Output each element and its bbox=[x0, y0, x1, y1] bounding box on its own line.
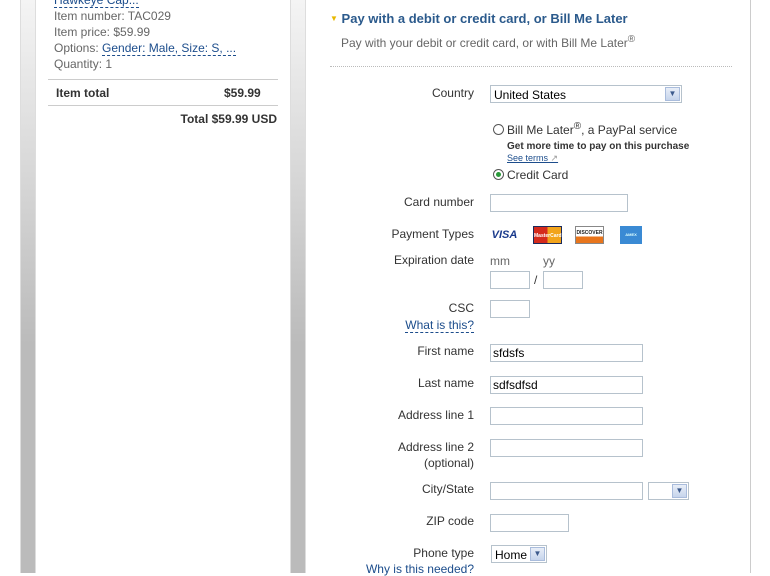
heading-text: Pay with a debit or credit card, or Bill… bbox=[341, 11, 628, 26]
payment-section-heading[interactable]: ▼ Pay with a debit or credit card, or Bi… bbox=[330, 11, 628, 26]
phone-type-label: Phone type bbox=[413, 546, 474, 560]
cc-label: Credit Card bbox=[507, 168, 569, 182]
mm-hint: mm bbox=[490, 254, 510, 268]
bml-radio[interactable] bbox=[493, 124, 504, 135]
zip-label: ZIP code bbox=[426, 514, 474, 528]
exp-month-input[interactable] bbox=[490, 271, 530, 289]
country-label: Country bbox=[431, 86, 474, 100]
item-options: Options: Gender: Male, Size: S, ... bbox=[54, 41, 237, 56]
divider-bar bbox=[290, 0, 306, 573]
city-input[interactable] bbox=[490, 482, 643, 500]
csc-label: CSC bbox=[448, 301, 474, 315]
divider bbox=[48, 79, 278, 80]
phone-type-select[interactable]: Home ▼ bbox=[491, 545, 547, 563]
zip-input[interactable] bbox=[490, 514, 569, 532]
subheading-text: Pay with your debit or credit card, or w… bbox=[341, 36, 628, 50]
csc-input[interactable] bbox=[490, 300, 530, 318]
bml-suffix: , a PayPal service bbox=[581, 123, 678, 137]
chevron-down-icon: ▼ bbox=[665, 87, 680, 101]
first-name-input[interactable] bbox=[490, 344, 643, 362]
phone-type-value: Home bbox=[495, 548, 528, 562]
item-number: Item number: TAC029 bbox=[54, 9, 171, 23]
address2-input[interactable] bbox=[490, 439, 643, 457]
last-name-label: Last name bbox=[417, 376, 474, 390]
cc-radio[interactable] bbox=[493, 169, 504, 180]
item-total-label: Item total bbox=[56, 86, 110, 100]
visa-icon: VISA bbox=[491, 229, 518, 241]
first-name-label: First name bbox=[417, 344, 474, 358]
item-total-value: $59.99 bbox=[224, 86, 261, 100]
address1-label: Address line 1 bbox=[397, 408, 474, 422]
order-total: Total $59.99 USD bbox=[180, 112, 277, 126]
caret-down-icon: ▼ bbox=[330, 14, 338, 23]
divider bbox=[48, 105, 278, 106]
see-terms-link[interactable]: See terms ↗ bbox=[507, 153, 558, 164]
external-link-icon: ↗ bbox=[550, 153, 559, 163]
city-state-label: City/State bbox=[421, 482, 474, 496]
address2-label: Address line 2 bbox=[397, 440, 474, 454]
mastercard-icon: MasterCard bbox=[533, 226, 562, 244]
discover-icon: DISCOVER bbox=[575, 226, 604, 244]
bml-promo: Get more time to pay on this purchase bbox=[507, 141, 690, 152]
registered-mark: ® bbox=[627, 34, 636, 45]
amex-icon: AMEX bbox=[620, 226, 642, 244]
payment-types-label: Payment Types bbox=[391, 227, 475, 241]
item-name-link[interactable]: Hawkeye Cap... bbox=[54, 0, 139, 8]
options-label: Options: bbox=[54, 41, 99, 55]
payment-subheading: Pay with your debit or credit card, or w… bbox=[341, 34, 635, 50]
date-separator: / bbox=[534, 273, 538, 287]
options-link[interactable]: Gender: Male, Size: S, ... bbox=[102, 41, 237, 56]
state-select[interactable]: ▼ bbox=[648, 482, 689, 500]
address1-input[interactable] bbox=[490, 407, 643, 425]
country-select[interactable]: United States ▼ bbox=[490, 85, 682, 103]
last-name-input[interactable] bbox=[490, 376, 643, 394]
chevron-down-icon: ▼ bbox=[530, 547, 545, 561]
country-value: United States bbox=[494, 88, 567, 102]
item-quantity: Quantity: 1 bbox=[54, 57, 113, 71]
left-panel-border bbox=[20, 0, 36, 573]
csc-help-link[interactable]: What is this? bbox=[405, 318, 474, 333]
registered-mark: ® bbox=[573, 121, 582, 132]
chevron-down-icon: ▼ bbox=[672, 484, 687, 498]
credit-card-option[interactable]: Credit Card bbox=[493, 168, 568, 182]
right-panel-border bbox=[750, 0, 751, 573]
card-number-label: Card number bbox=[403, 195, 474, 209]
yy-hint: yy bbox=[543, 254, 555, 268]
item-price: Item price: $59.99 bbox=[54, 25, 151, 39]
phone-help-link[interactable]: Why is this needed? bbox=[366, 562, 474, 576]
bill-me-later-option[interactable]: Bill Me Later®, a PayPal service bbox=[493, 121, 677, 137]
expiration-label: Expiration date bbox=[393, 253, 474, 267]
bml-label: Bill Me Later bbox=[507, 123, 574, 137]
card-number-input[interactable] bbox=[490, 194, 628, 212]
optional-hint: (optional) bbox=[423, 456, 474, 470]
dotted-divider bbox=[330, 66, 732, 67]
see-terms-text: See terms bbox=[507, 153, 549, 163]
exp-year-input[interactable] bbox=[543, 271, 583, 289]
